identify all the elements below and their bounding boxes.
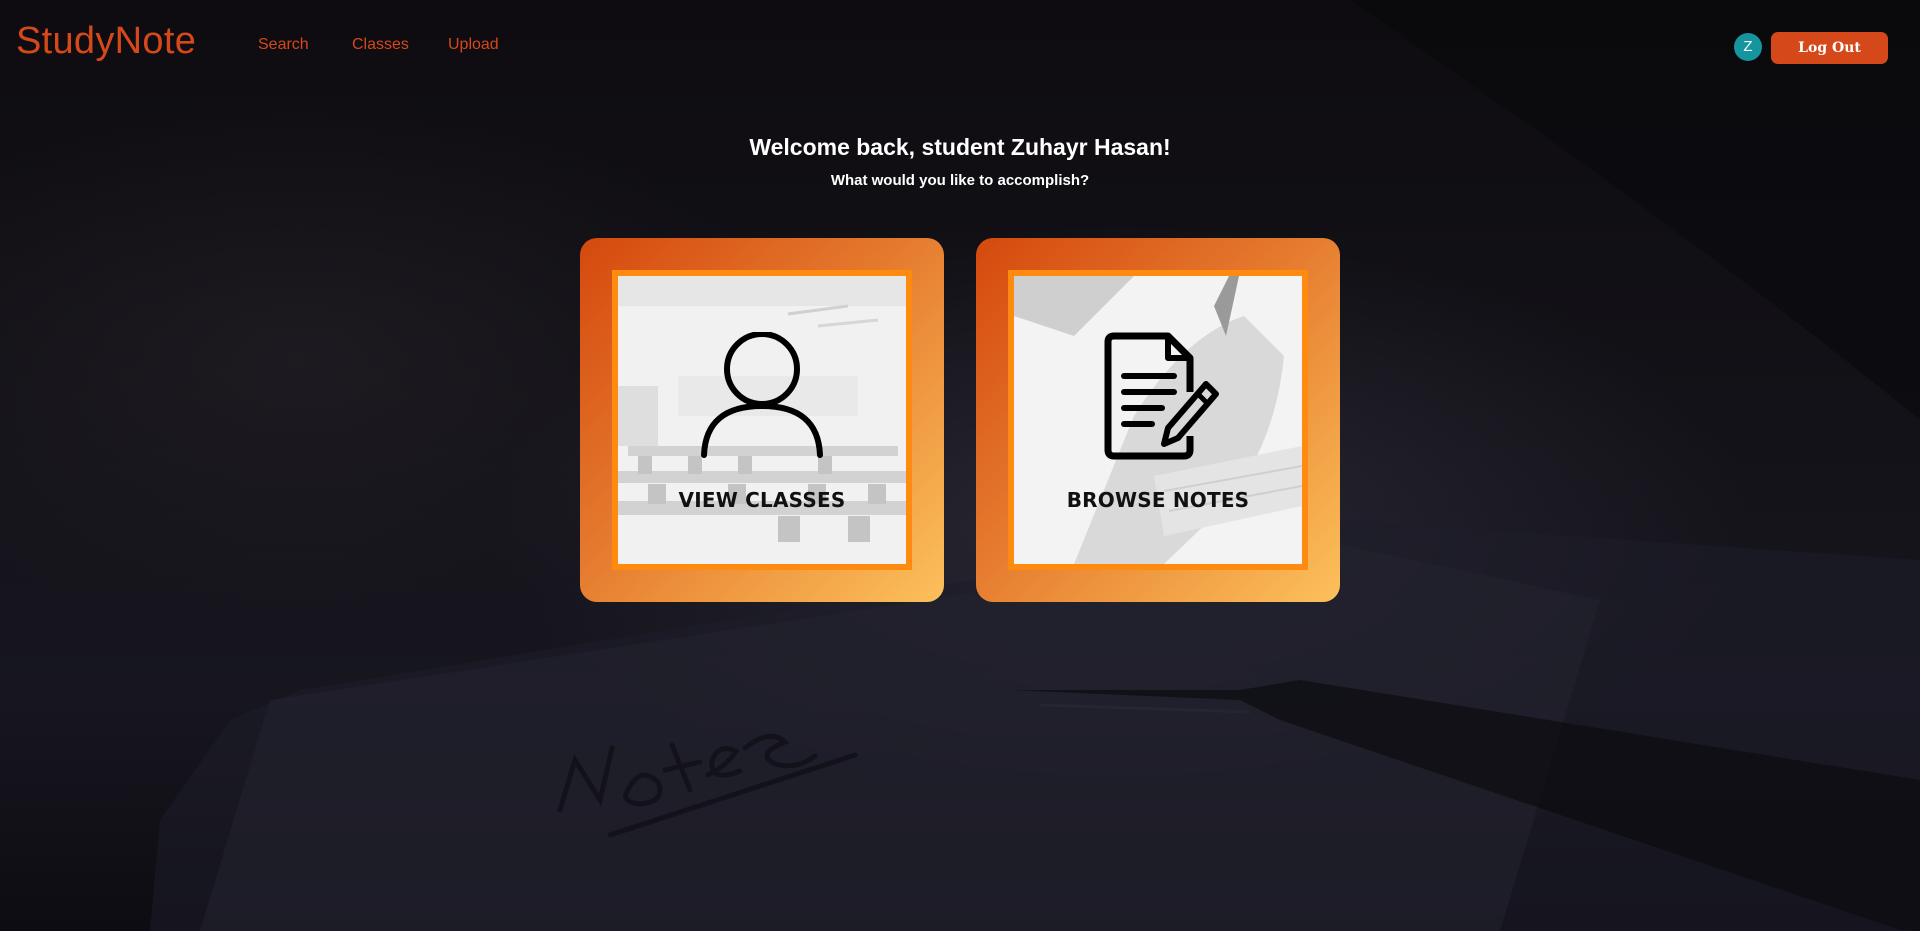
top-nav-bar: StudyNote Search Classes Upload Z Log Ou… xyxy=(0,0,1920,90)
nav-search[interactable]: Search xyxy=(258,36,309,54)
user-avatar[interactable]: Z xyxy=(1734,33,1762,61)
logout-button[interactable]: Log Out xyxy=(1771,32,1888,64)
view-classes-card[interactable]: VIEW CLASSES xyxy=(580,238,944,602)
page: StudyNote Search Classes Upload Z Log Ou… xyxy=(0,0,1920,931)
view-classes-label: VIEW CLASSES xyxy=(678,488,846,512)
welcome-subheading: What would you like to accomplish? xyxy=(830,172,1090,189)
view-classes-card-image-frame: VIEW CLASSES xyxy=(612,270,912,570)
browse-notes-label: BROWSE NOTES xyxy=(1066,488,1250,512)
document-pencil-icon xyxy=(1104,332,1219,460)
nav-upload[interactable]: Upload xyxy=(448,36,499,54)
browse-notes-card[interactable]: BROWSE NOTES xyxy=(976,238,1340,602)
person-icon xyxy=(701,332,823,458)
brand-logo[interactable]: StudyNote xyxy=(16,20,196,63)
browse-notes-card-image-frame: BROWSE NOTES xyxy=(1008,270,1308,570)
nav-classes[interactable]: Classes xyxy=(352,36,409,54)
welcome-heading: Welcome back, student Zuhayr Hasan! xyxy=(749,134,1171,160)
